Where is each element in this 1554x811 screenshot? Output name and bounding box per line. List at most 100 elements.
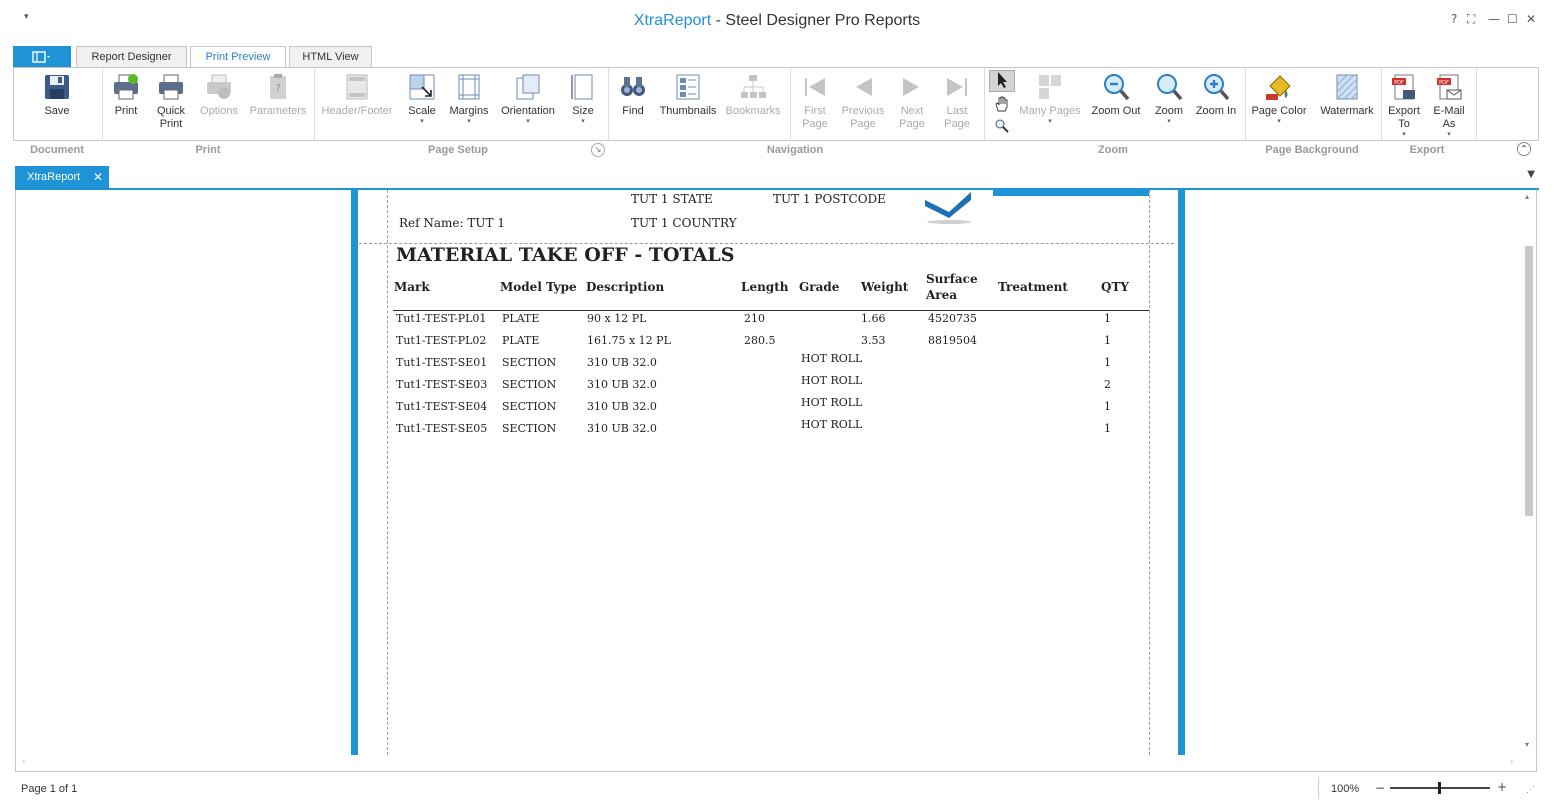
last-page-icon [947,78,967,96]
horizontal-scrollbar[interactable]: ‹ › [16,755,1522,771]
find-button[interactable]: Find [616,72,650,118]
cell-description: 90 x 12 PL [587,312,647,325]
zoom-in-button[interactable]: Zoom In [1194,72,1238,118]
cell-mark: Tut1-TEST-SE01 [396,356,488,369]
tab-print-preview[interactable]: Print Preview [190,46,286,69]
bookmarks-button[interactable]: Bookmarks [725,72,781,118]
scroll-up-icon[interactable]: ▴ [1525,192,1529,201]
col-header-grade: Grade [799,280,840,294]
cell-model-type: SECTION [502,422,557,435]
scroll-right-icon[interactable]: › [1510,757,1514,767]
next-page-icon [903,78,919,96]
size-button[interactable]: Size ▾ [567,72,599,126]
minimize-button[interactable]: — [1488,12,1500,26]
zoom-button[interactable]: Zoom ▾ [1152,72,1186,126]
cell-qty: 2 [1104,378,1111,391]
thumbnails-icon [676,74,700,100]
header-footer-icon [346,74,368,100]
page-size-icon [571,74,593,100]
pointer-tool-button[interactable] [989,70,1015,92]
save-button[interactable]: Save [36,72,78,118]
first-page-button[interactable]: First Page [796,72,834,131]
cell-mark: Tut1-TEST-PL01 [396,312,487,325]
cell-length: 210 [744,312,765,325]
ref-name-text: Ref Name: TUT 1 [399,216,505,230]
vertical-scrollbar[interactable]: ▴ ▾ [1522,190,1536,755]
preview-area[interactable]: TUT 1 STATE TUT 1 POSTCODE Ref Name: TUT… [15,190,1537,772]
cell-area: 4520735 [928,312,977,325]
cell-model-type: SECTION [502,356,557,369]
thumbnails-button[interactable]: Thumbnails [659,72,717,118]
email-as-button[interactable]: PDF E-Mail As ▾ [1430,72,1468,139]
zoom-slider-knob[interactable] [1438,782,1441,794]
margins-button[interactable]: Margins ▾ [447,72,491,126]
tab-html-view[interactable]: HTML View [289,46,372,68]
scroll-left-icon[interactable]: ‹ [22,757,26,767]
orientation-button[interactable]: Orientation ▾ [498,72,558,126]
page-color-button[interactable]: Page Color ▾ [1250,72,1308,126]
tab-report-designer[interactable]: Report Designer [76,46,187,68]
cell-model-type: SECTION [502,400,557,413]
export-to-button[interactable]: PDF Export To ▾ [1385,72,1423,139]
zoom-minus-button[interactable]: − [1375,781,1385,795]
cell-description: 161.75 x 12 PL [587,334,671,347]
quick-print-button[interactable]: Quick Print [150,72,192,131]
ribbon-tabs: Report Designer Print Preview HTML View [13,46,1539,69]
cell-qty: 1 [1104,400,1111,413]
parameters-button[interactable]: ? Parameters [248,72,308,118]
group-label-export: Export [1409,144,1445,156]
group-label-page-setup: Page Setup [428,144,488,156]
document-tab-strip: XtraReport ✕ ▼ [15,166,1539,190]
resize-grip-icon[interactable]: ⋰ [1526,785,1535,795]
help-icon[interactable]: ? [1451,12,1457,26]
zoom-slider[interactable] [1390,782,1490,794]
cell-grade: HOT ROLL [801,396,863,409]
many-pages-icon [1039,75,1061,99]
file-menu-button[interactable] [13,46,71,68]
maximize-button[interactable]: ☐ [1507,12,1518,26]
zoom-out-button[interactable]: Zoom Out [1090,72,1142,118]
print-button[interactable]: Print [108,72,144,118]
svg-text:?: ? [275,82,281,95]
page-setup-dialog-launcher-icon[interactable]: ↘ [591,143,605,157]
first-page-icon [805,78,825,96]
cell-area: 8819504 [928,334,977,347]
options-button[interactable]: Options [197,72,241,118]
cell-mark: Tut1-TEST-SE03 [396,378,488,391]
collapse-ribbon-icon[interactable]: ⌃ [1517,142,1531,156]
zoom-out-icon [1104,74,1130,101]
fullscreen-icon[interactable]: ⛶ [1467,12,1475,27]
document-tab-xtrareport[interactable]: XtraReport ✕ [15,166,109,188]
watermark-button[interactable]: Watermark [1316,72,1378,118]
group-label-print: Print [195,144,221,156]
previous-page-icon [856,78,872,96]
col-header-surface: Surface [926,272,978,286]
close-button[interactable]: ✕ [1526,12,1536,26]
col-header-mark: Mark [394,280,430,294]
scroll-down-icon[interactable]: ▾ [1525,740,1529,749]
page-left-edge [351,190,358,755]
orientation-icon [516,74,540,100]
cell-grade: HOT ROLL [801,374,863,387]
zoom-level-text[interactable]: 100% [1331,783,1359,795]
group-label-document: Document [30,144,84,156]
scale-button[interactable]: Scale ▾ [403,72,441,126]
paint-bucket-icon [1266,75,1291,100]
ribbon-panel: Save Print Quick Print Options ? Paramet… [13,67,1539,141]
close-tab-icon[interactable]: ✕ [93,166,103,188]
zoom-plus-button[interactable]: + [1497,780,1507,794]
header-footer-button[interactable]: Header/Footer [319,72,395,118]
magnifier-tool-button[interactable] [991,118,1013,138]
cell-description: 310 UB 32.0 [587,422,657,435]
hand-tool-button[interactable] [991,95,1013,117]
tab-list-dropdown-icon[interactable]: ▼ [1527,169,1535,180]
next-page-button[interactable]: Next Page [893,72,931,131]
last-page-button[interactable]: Last Page [939,72,975,131]
cell-mark: Tut1-TEST-SE05 [396,422,488,435]
state-text: TUT 1 STATE [631,192,713,206]
previous-page-button[interactable]: Previous Page [840,72,886,131]
cell-mark: Tut1-TEST-PL02 [396,334,487,347]
many-pages-button[interactable]: Many Pages ▾ [1018,72,1082,126]
scroll-thumb[interactable] [1525,246,1533,516]
menu-icon [32,51,50,63]
